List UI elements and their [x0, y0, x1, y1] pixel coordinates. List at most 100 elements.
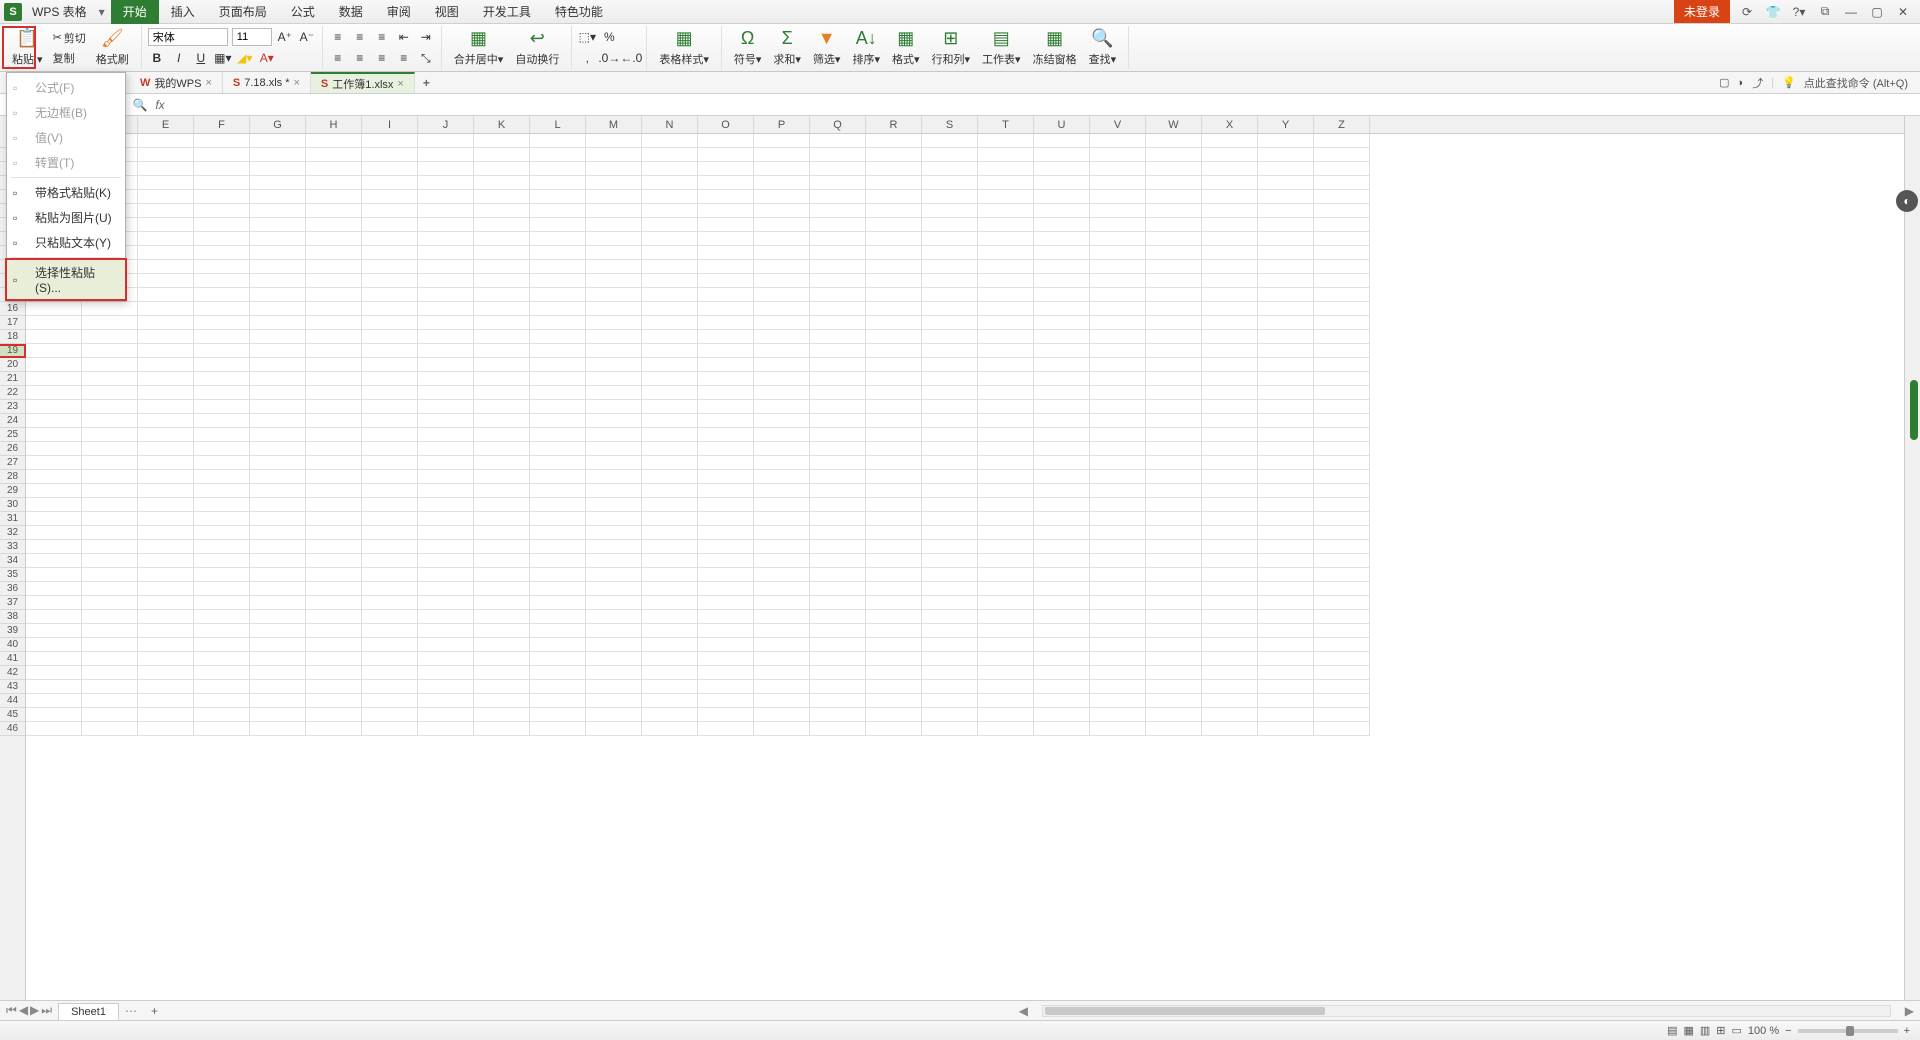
- cell[interactable]: [1034, 512, 1090, 526]
- cell[interactable]: [1258, 638, 1314, 652]
- indent-inc-icon[interactable]: ⇥: [417, 28, 435, 46]
- cell[interactable]: [810, 288, 866, 302]
- cell[interactable]: [810, 260, 866, 274]
- cell[interactable]: [586, 456, 642, 470]
- cell[interactable]: [810, 372, 866, 386]
- menu-tab-5[interactable]: 审阅: [375, 0, 423, 24]
- cell[interactable]: [586, 358, 642, 372]
- indent-dec-icon[interactable]: ⇤: [395, 28, 413, 46]
- cell[interactable]: [922, 386, 978, 400]
- cell[interactable]: [1090, 246, 1146, 260]
- cell[interactable]: [474, 358, 530, 372]
- row-header-35[interactable]: 35: [0, 568, 25, 582]
- cell[interactable]: [978, 246, 1034, 260]
- cell[interactable]: [82, 582, 138, 596]
- cell[interactable]: [1034, 302, 1090, 316]
- cell[interactable]: [82, 302, 138, 316]
- cell[interactable]: [1034, 708, 1090, 722]
- row-header-26[interactable]: 26: [0, 442, 25, 456]
- cell[interactable]: [26, 596, 82, 610]
- cell[interactable]: [250, 456, 306, 470]
- cell[interactable]: [530, 274, 586, 288]
- cell[interactable]: [642, 316, 698, 330]
- cell[interactable]: [866, 540, 922, 554]
- cell[interactable]: [474, 344, 530, 358]
- cell[interactable]: [866, 652, 922, 666]
- cell[interactable]: [1314, 680, 1370, 694]
- cell[interactable]: [978, 232, 1034, 246]
- cell[interactable]: [26, 526, 82, 540]
- cell[interactable]: [698, 218, 754, 232]
- cell[interactable]: [866, 330, 922, 344]
- cut-button[interactable]: ✂剪切: [49, 29, 90, 47]
- cell[interactable]: [1146, 204, 1202, 218]
- cell[interactable]: [306, 554, 362, 568]
- cell[interactable]: [474, 484, 530, 498]
- cell[interactable]: [754, 540, 810, 554]
- sheet-nav[interactable]: ⏮◀▶⏭: [0, 1003, 58, 1018]
- cell[interactable]: [754, 386, 810, 400]
- cell[interactable]: [1146, 470, 1202, 484]
- cell[interactable]: [306, 204, 362, 218]
- cell[interactable]: [26, 386, 82, 400]
- cell[interactable]: [474, 498, 530, 512]
- cell[interactable]: [586, 372, 642, 386]
- cell[interactable]: [250, 218, 306, 232]
- cell[interactable]: [1202, 386, 1258, 400]
- cell[interactable]: [194, 722, 250, 736]
- cell[interactable]: [1034, 260, 1090, 274]
- row-header-45[interactable]: 45: [0, 708, 25, 722]
- cell[interactable]: [866, 204, 922, 218]
- cell[interactable]: [194, 470, 250, 484]
- row-header-18[interactable]: 18: [0, 330, 25, 344]
- cell[interactable]: [866, 442, 922, 456]
- cell[interactable]: [922, 638, 978, 652]
- cell[interactable]: [418, 596, 474, 610]
- col-header-N[interactable]: N: [642, 116, 698, 133]
- cell[interactable]: [1314, 526, 1370, 540]
- cell[interactable]: [978, 414, 1034, 428]
- cell[interactable]: [1314, 582, 1370, 596]
- cell[interactable]: [698, 400, 754, 414]
- cell[interactable]: [138, 358, 194, 372]
- cell[interactable]: [698, 498, 754, 512]
- cell[interactable]: [1090, 512, 1146, 526]
- cell[interactable]: [1258, 484, 1314, 498]
- cell[interactable]: [82, 722, 138, 736]
- cell[interactable]: [306, 512, 362, 526]
- toolbar-icon-1[interactable]: ▢: [1719, 76, 1729, 89]
- grid[interactable]: CDEFGHIJKLMNOPQRSTUVWXYZ 班级1223: [26, 116, 1904, 1000]
- row-header-25[interactable]: 25: [0, 428, 25, 442]
- cell[interactable]: [810, 274, 866, 288]
- cell[interactable]: [922, 582, 978, 596]
- cell[interactable]: [1146, 302, 1202, 316]
- cell[interactable]: [250, 302, 306, 316]
- font-color-button[interactable]: A▾: [258, 49, 276, 67]
- row-header-46[interactable]: 46: [0, 722, 25, 736]
- cell[interactable]: [866, 162, 922, 176]
- cell[interactable]: [810, 582, 866, 596]
- cell[interactable]: [530, 624, 586, 638]
- cell[interactable]: [138, 484, 194, 498]
- cell[interactable]: [306, 302, 362, 316]
- cell[interactable]: [1034, 246, 1090, 260]
- cell[interactable]: [922, 428, 978, 442]
- cell[interactable]: [1090, 148, 1146, 162]
- cell[interactable]: [194, 498, 250, 512]
- cell[interactable]: [978, 190, 1034, 204]
- cell[interactable]: [922, 652, 978, 666]
- cell[interactable]: [1202, 722, 1258, 736]
- cell[interactable]: [1034, 372, 1090, 386]
- skin-icon[interactable]: 👕: [1764, 5, 1782, 19]
- cell[interactable]: [754, 414, 810, 428]
- cell[interactable]: [250, 246, 306, 260]
- cell[interactable]: [418, 484, 474, 498]
- cell[interactable]: [306, 148, 362, 162]
- cell[interactable]: [978, 638, 1034, 652]
- cell[interactable]: [418, 330, 474, 344]
- cell[interactable]: [866, 582, 922, 596]
- cell[interactable]: [1314, 540, 1370, 554]
- cell[interactable]: [754, 162, 810, 176]
- sheet-tab[interactable]: Sheet1: [58, 1003, 119, 1020]
- cell[interactable]: [138, 330, 194, 344]
